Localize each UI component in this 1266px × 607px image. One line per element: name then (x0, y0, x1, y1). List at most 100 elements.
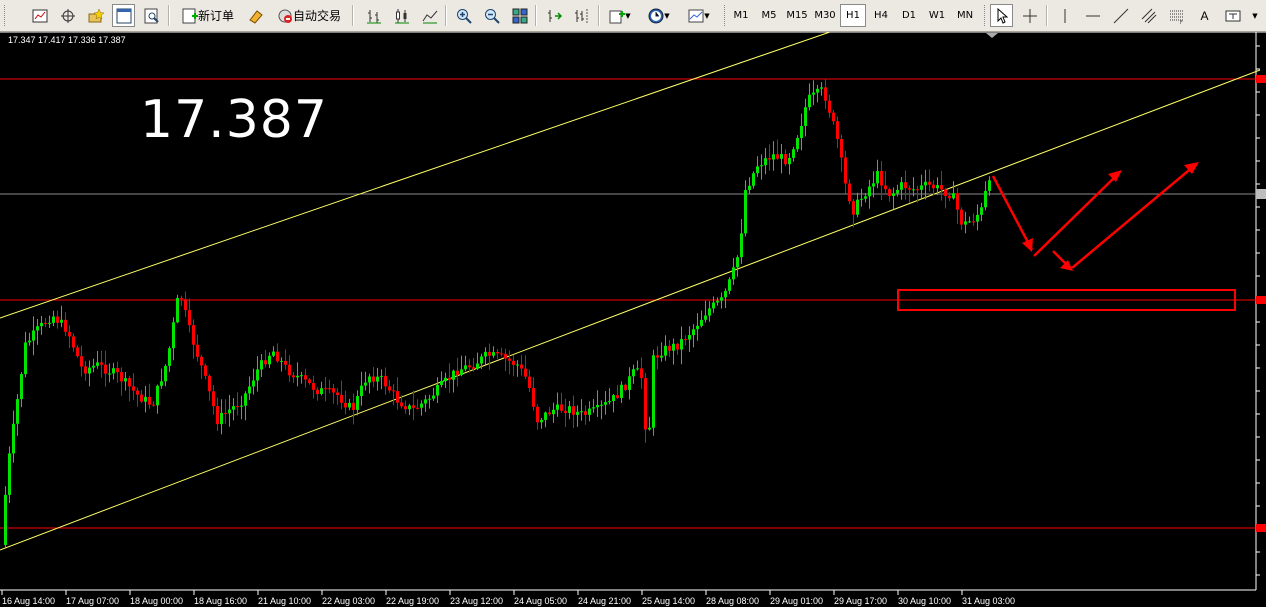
candle-body (196, 344, 199, 357)
timeframe-mn[interactable]: MN (952, 4, 978, 27)
candle-body (860, 198, 863, 200)
text-label-tool[interactable] (1221, 4, 1244, 27)
vertical-line-tool[interactable] (1053, 4, 1076, 27)
timeframe-h1[interactable]: H1 (840, 4, 866, 27)
candle-body (680, 339, 683, 350)
candle-body (760, 165, 763, 167)
candle-body (584, 411, 587, 415)
candle-body (72, 336, 75, 348)
candle-body (16, 399, 19, 424)
candle-body (744, 190, 747, 234)
candle-body (356, 396, 359, 410)
candle-body (532, 388, 535, 407)
fibonacci-tool[interactable]: F (1165, 4, 1188, 27)
candle-body (376, 376, 379, 382)
toolbar-grip[interactable] (984, 5, 988, 26)
crosshair-nav-button[interactable] (56, 4, 79, 27)
templates-dropdown[interactable]: ▼ (682, 4, 716, 27)
candle-body (764, 158, 767, 166)
candle-body (252, 380, 255, 387)
data-window-button[interactable] (140, 4, 163, 27)
candle-body (848, 183, 851, 202)
candle-body (260, 360, 263, 370)
candle-body (184, 299, 187, 311)
candlestick-button[interactable] (390, 4, 413, 27)
candle-body (552, 409, 555, 415)
cursor-icon (997, 7, 1008, 24)
candle-body (248, 386, 251, 394)
auto-trading-button[interactable]: 自动交易 (272, 4, 346, 27)
timeframe-m5[interactable]: M5 (756, 4, 782, 27)
candle-body (528, 376, 531, 388)
candle-body (940, 185, 943, 190)
candle-body (188, 310, 191, 326)
time-label: 28 Aug 08:00 (706, 596, 760, 606)
equidistant-channel-tool[interactable] (1137, 4, 1160, 27)
indicators-icon (609, 10, 626, 23)
candle-body (856, 199, 859, 215)
timeframe-label: M15 (786, 10, 808, 21)
time-label: 30 Aug 10:00 (898, 596, 952, 606)
candle-body (700, 319, 703, 326)
arrows-dropdown[interactable]: ▼ (1246, 4, 1264, 27)
new-order-label: 新订单 (197, 9, 234, 23)
trendline-tool[interactable] (1109, 4, 1132, 27)
line-chart-button[interactable] (418, 4, 441, 27)
toolbar-grip[interactable] (4, 5, 8, 26)
timeframe-m15[interactable]: M15 (784, 4, 810, 27)
text-tool[interactable]: A (1193, 4, 1216, 27)
candle-body (988, 180, 991, 191)
cursor-tool-button[interactable] (990, 4, 1013, 27)
candle-body (792, 149, 795, 158)
zoom-in-button[interactable] (452, 4, 475, 27)
market-watch-button[interactable] (112, 4, 135, 27)
bid-price-marker (1256, 189, 1266, 199)
candle-body (104, 364, 107, 374)
timeframe-d1[interactable]: D1 (896, 4, 922, 27)
zoom-out-button[interactable] (480, 4, 503, 27)
indicators-dropdown[interactable]: ▼ (604, 4, 636, 27)
candle-body (672, 343, 675, 351)
candle-body (24, 342, 27, 375)
toolbar-separator (598, 5, 600, 26)
candle-body (148, 396, 151, 405)
chart-shift-button[interactable] (570, 4, 593, 27)
horizontal-line-icon (1085, 15, 1100, 16)
candle-body (520, 364, 523, 369)
crosshair-tool-button[interactable] (1018, 4, 1041, 27)
candle-body (676, 343, 679, 350)
candle-body (708, 308, 711, 316)
candle-body (472, 367, 475, 369)
star-folder-icon (88, 7, 104, 22)
candle-body (240, 405, 243, 407)
candle-body (180, 298, 183, 300)
auto-trading-label: 自动交易 (292, 9, 341, 23)
new-chart-button[interactable] (28, 4, 51, 27)
horizontal-line-tool[interactable] (1081, 4, 1104, 27)
timeframe-w1[interactable]: W1 (924, 4, 950, 27)
auto-scroll-button[interactable] (542, 4, 565, 27)
candle-body (100, 362, 103, 365)
favorites-button[interactable] (84, 4, 107, 27)
periods-dropdown[interactable]: ▼ (642, 4, 676, 27)
candle-body (12, 423, 15, 454)
timeframe-m30[interactable]: M30 (812, 4, 838, 27)
timeframe-h4[interactable]: H4 (868, 4, 894, 27)
tile-windows-button[interactable] (508, 4, 531, 27)
timeframe-m1[interactable]: M1 (728, 4, 754, 27)
candle-body (92, 365, 95, 368)
candle-body (220, 412, 223, 425)
candle-body (640, 368, 643, 379)
candle-body (632, 369, 635, 377)
metaeditor-button[interactable] (244, 4, 267, 27)
candle-body (756, 166, 759, 174)
candle-body (944, 189, 947, 196)
candle-body (268, 355, 271, 365)
candle-body (404, 406, 407, 410)
candle-body (136, 390, 139, 395)
candle-body (564, 410, 567, 413)
candle-body (720, 297, 723, 301)
candle-body (748, 185, 751, 190)
new-order-button[interactable]: 新订单 (176, 4, 240, 27)
bar-chart-button[interactable] (362, 4, 385, 27)
